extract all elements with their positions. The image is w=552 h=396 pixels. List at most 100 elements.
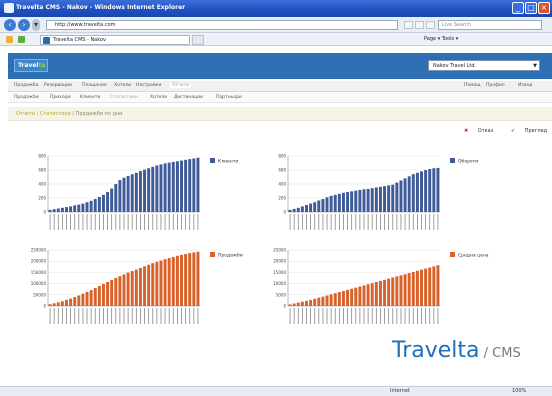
x-tick-mark xyxy=(351,308,353,324)
x-tick-mark xyxy=(384,214,385,230)
x-tick-mark xyxy=(144,214,145,230)
nav-item-sales[interactable]: Продажба xyxy=(14,83,38,88)
url-field[interactable]: http://www.travelta.com xyxy=(46,20,398,30)
maximize-button[interactable]: □ xyxy=(525,2,537,14)
nav-item-reservations[interactable]: Резервации xyxy=(44,83,72,88)
x-tick-mark xyxy=(384,308,385,324)
bar xyxy=(188,253,192,306)
tab-travelta[interactable]: Travelta CMS - Nakov xyxy=(40,35,190,45)
x-tick-mark xyxy=(61,308,63,324)
subnav-partners[interactable]: Партньори xyxy=(216,95,242,100)
bar xyxy=(97,196,101,212)
bar xyxy=(114,278,118,306)
bar xyxy=(313,298,317,306)
close-button[interactable]: × xyxy=(538,2,550,14)
bar xyxy=(196,157,200,212)
bar xyxy=(333,194,337,212)
x-tick-mark xyxy=(338,308,340,324)
breadcrumb: Отчети / Статистики / Продажби по дни xyxy=(8,107,552,121)
subnav-income[interactable]: Приходи xyxy=(50,95,71,100)
y-tick-label: 600 xyxy=(278,168,286,173)
chart-average-price: 25000 20000 15000 10000 5000 0 Средна цена xyxy=(270,246,500,336)
x-tick-mark xyxy=(74,308,76,324)
x-tick-mark xyxy=(131,214,133,230)
x-tick-mark xyxy=(70,308,71,324)
x-tick-mark xyxy=(164,308,166,324)
bar xyxy=(415,270,419,306)
y-tick-label: 25000 xyxy=(273,248,286,253)
subnav-destinations[interactable]: Дестинации xyxy=(174,95,203,100)
bar xyxy=(428,267,432,306)
x-tick-mark xyxy=(404,308,406,324)
subnav-sales[interactable]: Продажби xyxy=(14,95,39,100)
favorites-star-icon[interactable] xyxy=(6,36,13,43)
bar xyxy=(300,206,304,212)
x-tick-mark xyxy=(293,214,295,230)
back-icon[interactable]: ‹ xyxy=(4,19,16,31)
x-tick-mark xyxy=(367,308,369,324)
search-input[interactable]: Live Search xyxy=(438,20,542,30)
nav-item-help[interactable]: Помощ xyxy=(464,83,481,88)
bar xyxy=(122,177,126,212)
x-tick-mark xyxy=(412,214,414,230)
bar xyxy=(159,164,163,212)
bar xyxy=(337,193,341,212)
add-favorite-icon[interactable] xyxy=(18,36,25,43)
go-icon[interactable] xyxy=(426,21,435,29)
new-tab-button[interactable] xyxy=(192,35,204,45)
nav-item-logout[interactable]: Изход xyxy=(518,83,532,88)
breadcrumb-link[interactable]: Отчети / Статистики xyxy=(16,111,71,117)
bar xyxy=(321,199,325,212)
x-tick-mark xyxy=(408,214,410,230)
main-nav: Продажба Резервации Плащания Хотели Наст… xyxy=(8,81,552,92)
y-tick-label: 0 xyxy=(283,304,286,309)
confirm-action[interactable]: ✔ Преглед xyxy=(503,128,547,134)
zoom-level[interactable]: 100% xyxy=(512,387,526,396)
subnav-hotels[interactable]: Хотели xyxy=(150,95,167,100)
x-tick-mark xyxy=(86,214,88,230)
y-tick-label: 0 xyxy=(43,304,46,309)
bar xyxy=(317,200,321,212)
x-tick-mark xyxy=(168,214,170,230)
x-tick-mark xyxy=(400,214,402,230)
subnav-clients[interactable]: Клиенти xyxy=(80,95,100,100)
x-tick-mark xyxy=(53,214,55,230)
history-dropdown-icon[interactable]: ▾ xyxy=(32,19,40,31)
minimize-button[interactable]: _ xyxy=(512,2,524,14)
nav-item-payments[interactable]: Плащания xyxy=(82,83,107,88)
bar xyxy=(85,291,89,306)
x-tick-mark xyxy=(371,308,373,324)
bar xyxy=(391,184,395,212)
bar xyxy=(420,269,423,306)
x-tick-mark xyxy=(119,308,121,324)
refresh-icon[interactable] xyxy=(404,21,413,29)
bar xyxy=(395,276,399,306)
nav-item-settings[interactable]: Настройки xyxy=(136,83,161,88)
nav-item-reports[interactable]: Отчети xyxy=(170,83,192,88)
bar xyxy=(366,284,370,306)
company-select[interactable]: Nakov Travel Ltd. ▼ xyxy=(428,60,540,71)
bar xyxy=(313,202,317,212)
x-tick-mark xyxy=(301,214,303,230)
bar xyxy=(350,288,354,306)
check-icon: ✔ xyxy=(510,128,517,134)
y-tick-label: 200000 xyxy=(31,259,47,264)
subnav-statistics[interactable]: Статистики xyxy=(110,95,138,100)
forward-icon[interactable]: › xyxy=(18,19,30,31)
cancel-action[interactable]: ✖ Отказ xyxy=(456,128,493,134)
bar xyxy=(167,258,171,306)
y-tick-label: 400 xyxy=(278,182,286,187)
x-tick-mark xyxy=(189,214,191,230)
bar xyxy=(366,188,370,212)
nav-item-hotels[interactable]: Хотели xyxy=(114,83,131,88)
x-tick-mark xyxy=(421,308,422,324)
bar xyxy=(163,259,167,306)
browser-toolbar-menu[interactable]: Page ▾ Tools ▾ xyxy=(424,36,458,42)
stop-icon[interactable] xyxy=(415,21,424,29)
x-tick-mark xyxy=(181,308,182,324)
x-tick-mark xyxy=(82,214,84,230)
nav-item-profile[interactable]: Профил xyxy=(486,83,505,88)
x-tick-mark xyxy=(193,214,195,230)
bar xyxy=(73,205,77,212)
actions-bar: ✖ Отказ ✔ Преглед xyxy=(448,128,547,138)
